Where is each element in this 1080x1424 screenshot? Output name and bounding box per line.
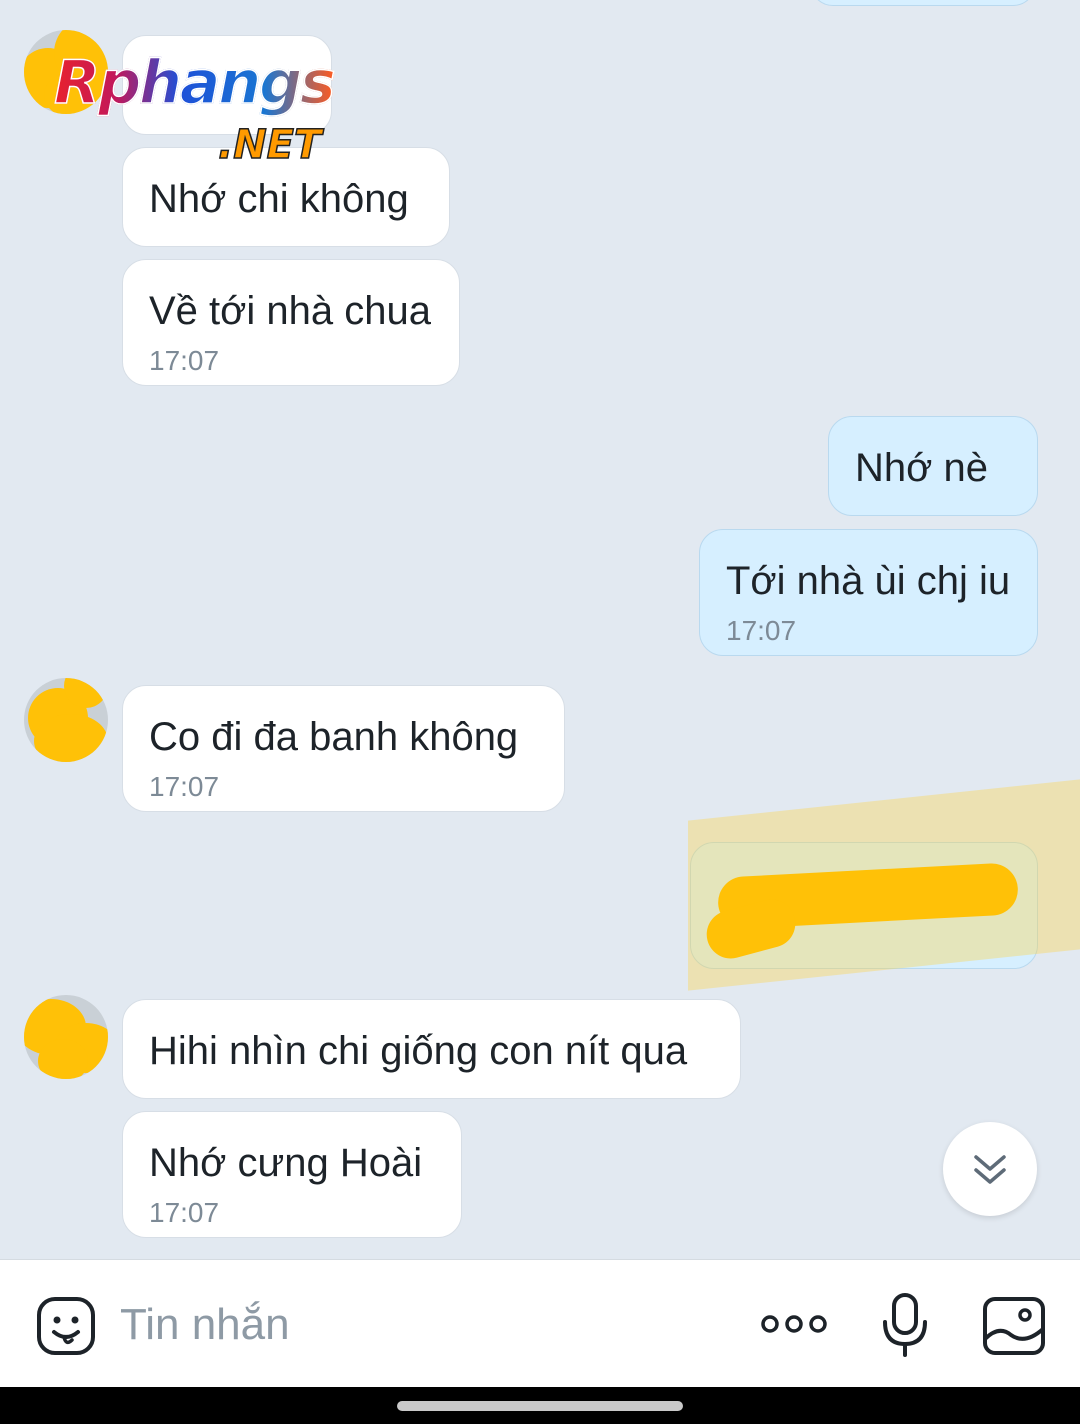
message-bubble-incoming[interactable]: Hihi nhìn chi giống con nít qua bbox=[122, 999, 741, 1099]
message-time: 17:07 bbox=[149, 345, 220, 376]
watermark-logo: Rphangs .NET bbox=[48, 40, 388, 170]
redaction-mark bbox=[34, 714, 108, 762]
watermark-suffix: .NET bbox=[217, 121, 322, 169]
avatar[interactable] bbox=[24, 678, 108, 762]
message-text: Tới nhà ùi chj iu bbox=[726, 559, 1011, 603]
message-bubble-outgoing[interactable]: Tới nhà ùi chj iu 17:07 bbox=[699, 529, 1038, 656]
message-text: Nhớ nè bbox=[855, 446, 988, 490]
sticker-icon bbox=[37, 1297, 95, 1355]
message-time: 17:07 bbox=[149, 1197, 220, 1228]
sticker-button[interactable] bbox=[30, 1290, 102, 1362]
message-time: 17:07 bbox=[726, 615, 797, 646]
image-button[interactable] bbox=[978, 1290, 1050, 1362]
voice-button[interactable] bbox=[870, 1290, 940, 1360]
home-indicator[interactable] bbox=[397, 1401, 683, 1411]
message-text: Nhớ chi không bbox=[149, 177, 409, 221]
message-time: 17:07 bbox=[149, 771, 220, 802]
message-text: Co đi đa banh không bbox=[149, 715, 519, 759]
message-bubble-incoming[interactable]: Co đi đa banh không 17:07 bbox=[122, 685, 565, 812]
message-bubble-previous[interactable] bbox=[810, 0, 1036, 6]
system-navigation-bar bbox=[0, 1387, 1080, 1424]
redaction-mark bbox=[38, 1039, 88, 1079]
watermark-brand: Rphangs bbox=[53, 47, 336, 119]
message-input[interactable] bbox=[120, 1290, 720, 1360]
message-bubble-incoming[interactable]: Về tới nhà chua 17:07 bbox=[122, 259, 460, 386]
image-icon bbox=[983, 1297, 1045, 1355]
microphone-icon bbox=[883, 1293, 927, 1357]
message-list[interactable]: Nhớ chi không Về tới nhà chua 17:07 Nhớ … bbox=[0, 0, 1080, 1258]
more-button[interactable] bbox=[752, 1298, 836, 1350]
message-bubble-outgoing[interactable]: Nhớ nè bbox=[828, 416, 1038, 516]
message-text: Hihi nhìn chi giống con nít qua bbox=[149, 1029, 688, 1073]
message-text: Về tới nhà chua bbox=[149, 289, 431, 333]
chat-screen: Nhớ chi không Về tới nhà chua 17:07 Nhớ … bbox=[0, 0, 1080, 1424]
scroll-to-bottom-button[interactable] bbox=[943, 1122, 1037, 1216]
message-bubble-incoming[interactable]: Nhớ cưng Hoài 17:07 bbox=[122, 1111, 462, 1238]
avatar[interactable] bbox=[24, 995, 108, 1079]
message-text: Nhớ cưng Hoài bbox=[149, 1141, 423, 1185]
message-composer bbox=[0, 1259, 1080, 1387]
more-icon bbox=[761, 1315, 827, 1333]
double-chevron-down-icon bbox=[974, 1155, 1006, 1184]
